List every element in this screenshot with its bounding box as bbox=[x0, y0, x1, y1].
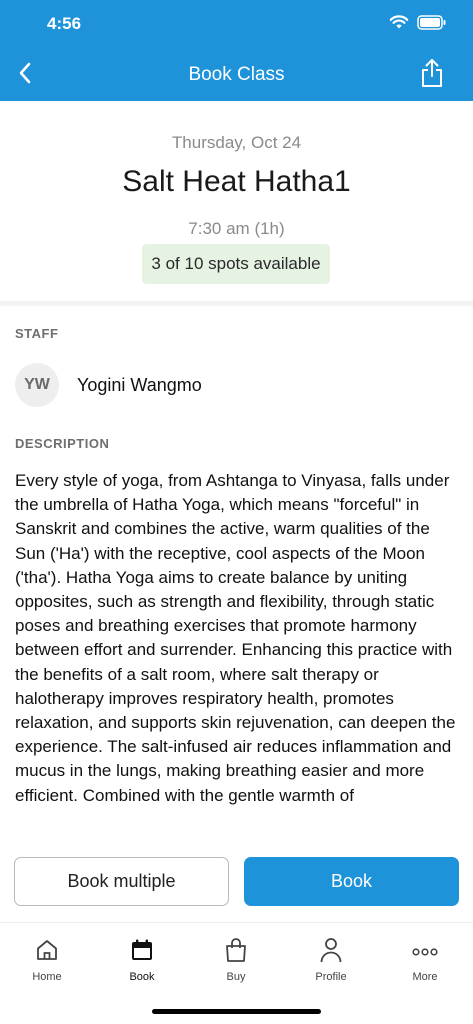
staff-section-label: STAFF bbox=[15, 326, 59, 341]
top-bar: 4:56 Book Class bbox=[0, 0, 473, 101]
user-icon bbox=[319, 937, 343, 968]
tab-book-label: Book bbox=[129, 971, 155, 983]
share-icon bbox=[420, 58, 444, 93]
description-section-label: DESCRIPTION bbox=[15, 436, 110, 451]
wifi-icon bbox=[389, 14, 409, 35]
tab-profile-label: Profile bbox=[315, 971, 347, 983]
home-icon bbox=[35, 938, 59, 967]
home-indicator bbox=[152, 1009, 321, 1014]
tab-buy[interactable]: Buy bbox=[201, 937, 271, 983]
shopping-bag-icon bbox=[224, 937, 248, 968]
tab-more-label: More bbox=[412, 971, 438, 983]
description-text: Every style of yoga, from Ashtanga to Vi… bbox=[15, 471, 456, 805]
status-icons bbox=[389, 14, 447, 35]
class-header: Thursday, Oct 24 Salt Heat Hatha1 7:30 a… bbox=[0, 101, 473, 301]
tab-home-label: Home bbox=[32, 971, 62, 983]
tab-buy-label: Buy bbox=[226, 971, 246, 983]
tab-book[interactable]: Book bbox=[107, 937, 177, 983]
status-time: 4:56 bbox=[47, 14, 82, 33]
battery-icon bbox=[417, 14, 447, 35]
tab-profile[interactable]: Profile bbox=[296, 937, 366, 983]
book-multiple-button[interactable]: Book multiple bbox=[14, 857, 229, 906]
page-title: Book Class bbox=[188, 64, 285, 85]
class-name: Salt Heat Hatha1 bbox=[122, 165, 351, 198]
section-divider bbox=[0, 301, 473, 306]
tab-more[interactable]: More bbox=[390, 937, 460, 983]
avatar: YW bbox=[15, 363, 59, 407]
tab-home[interactable]: Home bbox=[12, 937, 82, 983]
class-time: 7:30 am (1h) bbox=[188, 219, 285, 238]
staff-name[interactable]: Yogini Wangmo bbox=[77, 375, 202, 396]
class-date: Thursday, Oct 24 bbox=[171, 133, 302, 152]
share-button[interactable] bbox=[417, 58, 447, 92]
more-icon bbox=[412, 943, 438, 961]
availability-badge: 3 of 10 spots available bbox=[142, 244, 330, 284]
calendar-icon bbox=[130, 938, 154, 967]
book-button[interactable]: Book bbox=[244, 857, 459, 906]
